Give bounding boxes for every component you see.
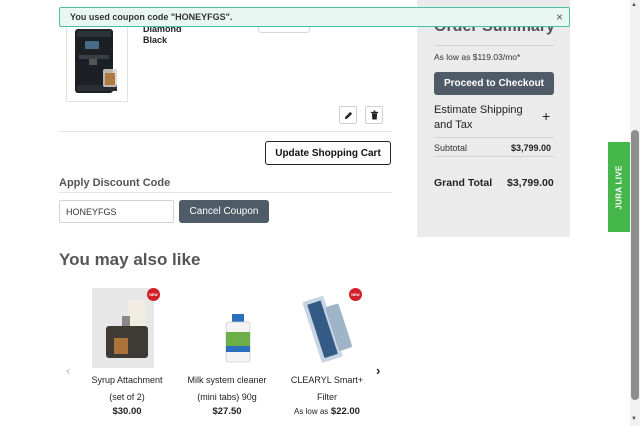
coffee-machine-image bbox=[75, 29, 117, 93]
product-price: $30.00 bbox=[77, 406, 177, 417]
financing-text: As low as $119.03/mo* bbox=[434, 52, 521, 62]
shipping-tax-toggle[interactable]: Estimate Shipping and Tax bbox=[434, 103, 524, 133]
product-name-line2: (set of 2) bbox=[109, 392, 145, 402]
pencil-icon bbox=[344, 111, 352, 119]
product-name-line2: Filter bbox=[317, 392, 337, 402]
jura-live-label: JURA LIVE bbox=[614, 164, 624, 210]
divider bbox=[434, 137, 554, 138]
divider bbox=[59, 131, 392, 132]
product-image[interactable]: NEW bbox=[292, 288, 362, 368]
coupon-code-input[interactable] bbox=[59, 200, 174, 223]
scroll-up-icon[interactable]: ▲ bbox=[631, 2, 637, 8]
product-card[interactable]: Milk system cleaner (mini tabs) 90g $27.… bbox=[177, 288, 277, 417]
product-name-line1: CLEARYL Smart+ bbox=[290, 375, 364, 385]
product-name-line1: Syrup Attachment bbox=[91, 375, 163, 385]
product-name[interactable]: CLEARYL Smart+ Filter bbox=[277, 372, 377, 406]
discount-title[interactable]: Apply Discount Code bbox=[59, 177, 170, 189]
product-name-line2: (mini tabs) 90g bbox=[197, 392, 257, 402]
close-icon[interactable]: × bbox=[556, 10, 563, 24]
product-price: $27.50 bbox=[177, 406, 277, 417]
edit-item-button[interactable] bbox=[339, 106, 357, 124]
subtotal-value: $3,799.00 bbox=[511, 143, 552, 153]
coupon-toast: You used coupon code "HONEYFGS". × bbox=[59, 7, 570, 27]
divider bbox=[59, 192, 392, 193]
cart-item-name-line2: Black bbox=[143, 35, 168, 45]
jura-live-tab[interactable]: JURA LIVE bbox=[608, 142, 630, 232]
new-badge: NEW bbox=[147, 288, 160, 301]
grand-total-value: $3,799.00 bbox=[507, 177, 554, 189]
trash-icon bbox=[370, 110, 378, 120]
product-card[interactable]: NEW CLEARYL Smart+ Filter As low as $22.… bbox=[277, 288, 377, 417]
cancel-coupon-button[interactable]: Cancel Coupon bbox=[179, 200, 269, 223]
scrollbar-thumb[interactable] bbox=[631, 130, 639, 400]
order-summary: Order Summary As low as $119.03/mo* Proc… bbox=[417, 0, 570, 237]
expand-plus-icon[interactable]: + bbox=[542, 108, 550, 124]
new-badge: NEW bbox=[349, 288, 362, 301]
divider bbox=[434, 45, 554, 46]
product-price-value: $27.50 bbox=[212, 406, 242, 417]
cart-item-image[interactable] bbox=[66, 20, 128, 102]
also-like-title: You may also like bbox=[59, 250, 201, 269]
price-prefix: As low as bbox=[294, 407, 329, 416]
product-price: As low as $22.00 bbox=[277, 406, 377, 417]
cart-item-name[interactable]: Diamond Black bbox=[143, 24, 213, 46]
toast-message: You used coupon code "HONEYFGS". bbox=[70, 12, 233, 22]
checkout-button[interactable]: Proceed to Checkout bbox=[434, 72, 554, 95]
product-name[interactable]: Milk system cleaner (mini tabs) 90g bbox=[177, 372, 277, 406]
product-name-line1: Milk system cleaner bbox=[187, 375, 267, 385]
product-price-value: $22.00 bbox=[330, 406, 360, 417]
product-price-value: $30.00 bbox=[112, 406, 142, 417]
product-image[interactable]: NEW bbox=[92, 288, 162, 368]
subtotal-label: Subtotal bbox=[434, 143, 468, 153]
divider bbox=[434, 156, 554, 157]
product-name[interactable]: Syrup Attachment (set of 2) bbox=[77, 372, 177, 406]
product-card[interactable]: NEW Syrup Attachment (set of 2) $30.00 bbox=[77, 288, 177, 417]
update-cart-button[interactable]: Update Shopping Cart bbox=[265, 141, 391, 165]
milk-cleaner-image bbox=[225, 314, 251, 363]
carousel-prev-icon[interactable]: ‹ bbox=[66, 363, 70, 378]
scroll-down-icon[interactable]: ▼ bbox=[631, 416, 637, 422]
delete-item-button[interactable] bbox=[365, 106, 383, 124]
grand-total-label: Grand Total bbox=[434, 177, 493, 189]
product-image[interactable] bbox=[192, 288, 262, 368]
